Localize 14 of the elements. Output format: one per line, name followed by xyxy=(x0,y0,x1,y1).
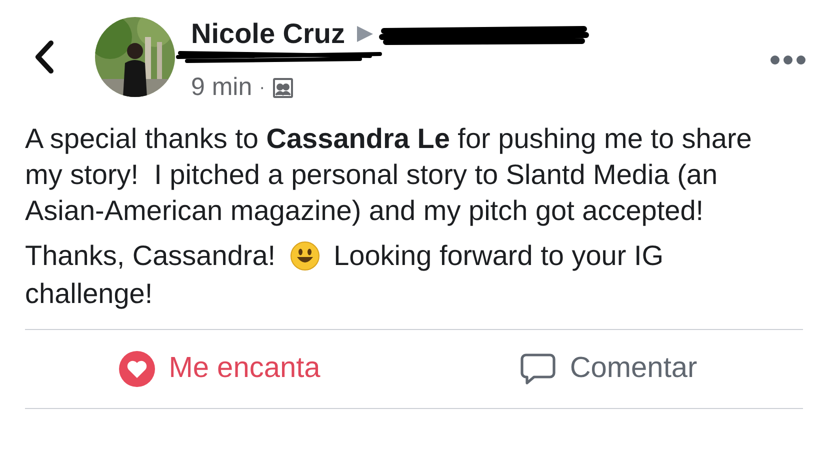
post-text: A special thanks to Cassandra Le for pushing me to share my story! I pitched a personal story to Slantd Media (an Asian-American magazine) and my pitch got accepted! xyxy=(25,122,753,228)
post-text: Looking forward to your IG xyxy=(334,238,664,273)
smiley-icon xyxy=(290,240,320,270)
post-text: Thanks, Cassandra! xyxy=(25,238,276,272)
post-time: 9 min xyxy=(191,72,252,103)
comment-icon xyxy=(520,352,556,386)
post-text: challenge! xyxy=(25,276,153,311)
author-name[interactable]: Nicole Cruz xyxy=(191,17,346,51)
more-icon[interactable] xyxy=(770,55,806,65)
love-button[interactable]: Me encanta xyxy=(25,346,414,390)
triangle-icon xyxy=(355,24,376,44)
comment-button[interactable]: Comentar xyxy=(414,346,803,390)
separator-dot: · xyxy=(259,76,266,100)
group-icon xyxy=(272,76,294,99)
